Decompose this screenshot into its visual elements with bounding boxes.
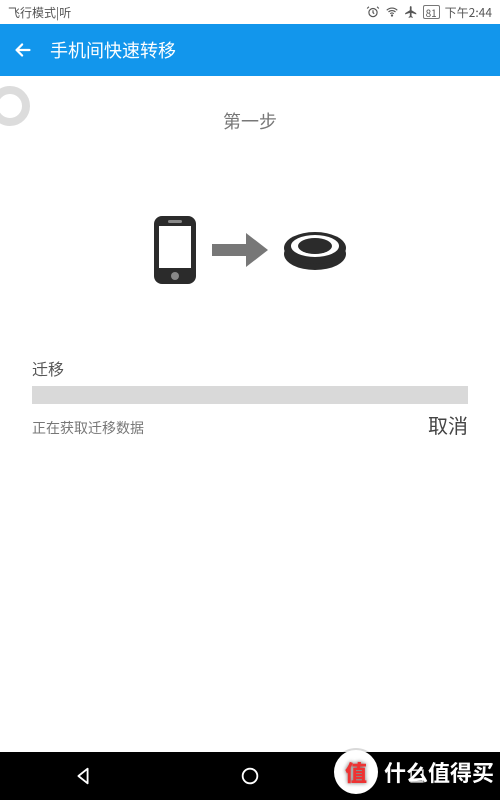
battery-pct: 81	[426, 5, 437, 20]
progress-bar	[32, 386, 468, 404]
status-bar: 飞行模式|听 81 下午2:44	[0, 0, 500, 24]
disc-device-icon	[282, 228, 348, 272]
battery-indicator: 81	[423, 5, 440, 19]
nav-home-button[interactable]	[220, 765, 280, 787]
flight-mode-label: 飞行模式|听	[8, 4, 71, 21]
arrow-left-icon	[12, 39, 34, 61]
nav-recent-button[interactable]	[387, 766, 447, 786]
arrow-right-icon	[212, 233, 268, 267]
airplane-icon	[404, 5, 418, 19]
cancel-button[interactable]: 取消	[428, 410, 468, 439]
alarm-icon	[366, 5, 380, 19]
clock-text: 下午2:44	[445, 4, 492, 21]
back-button[interactable]	[12, 39, 34, 61]
page-title: 手机间快速转移	[50, 37, 176, 63]
step-title: 第一步	[32, 108, 468, 134]
circle-home-icon	[239, 765, 261, 787]
content: 第一步 迁移 正在获取迁移数据 取消	[0, 76, 500, 752]
square-recent-icon	[407, 766, 427, 786]
wifi-icon	[385, 5, 399, 19]
nav-back-button[interactable]	[53, 765, 113, 787]
phone-icon	[152, 214, 198, 286]
status-text: 正在获取迁移数据	[32, 418, 144, 438]
app-bar: 手机间快速转移	[0, 24, 500, 76]
section-label: 迁移	[32, 356, 468, 380]
spinner-icon	[0, 86, 30, 126]
triangle-back-icon	[72, 765, 94, 787]
system-nav-bar	[0, 752, 500, 800]
transfer-illustration	[32, 214, 468, 286]
